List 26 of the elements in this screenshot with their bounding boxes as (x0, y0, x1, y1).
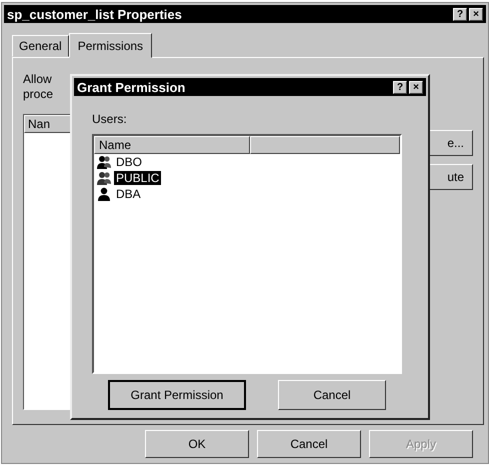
dialog-button[interactable]: Grant Permission (108, 380, 246, 410)
dialog-title: Grant Permission (77, 80, 186, 94)
label-text: Allow (23, 72, 53, 87)
dialog-button[interactable]: Cancel (278, 380, 386, 410)
title-bar-button[interactable]: × (469, 8, 483, 20)
tab[interactable]: General (12, 35, 69, 57)
permissions-list[interactable]: Nan (23, 114, 73, 410)
column-header[interactable]: Nan (24, 115, 72, 133)
user-group-icon (96, 155, 112, 169)
user-item[interactable]: DBA (114, 187, 143, 201)
dialog-button[interactable]: Cancel (257, 430, 361, 458)
window-title: sp_customer_list Properties (7, 6, 183, 22)
title-bar-button[interactable]: ? (453, 8, 467, 20)
users-label: Users: (92, 112, 128, 126)
user-item[interactable]: DBO (114, 155, 144, 169)
user-item[interactable]: PUBLIC (114, 171, 162, 185)
user-group-icon (96, 171, 112, 185)
column-header[interactable]: Name (94, 136, 250, 154)
title-bar-button[interactable]: × (409, 80, 423, 94)
users-list[interactable]: Name DBO PUBLIC DBA (92, 134, 402, 374)
user-icon (96, 187, 112, 201)
column-header[interactable] (250, 136, 400, 154)
title-bar-button[interactable]: ? (393, 80, 407, 94)
label-text: proce (23, 87, 54, 102)
tab[interactable]: Permissions (68, 33, 152, 58)
dialog-button[interactable]: OK (145, 430, 249, 458)
